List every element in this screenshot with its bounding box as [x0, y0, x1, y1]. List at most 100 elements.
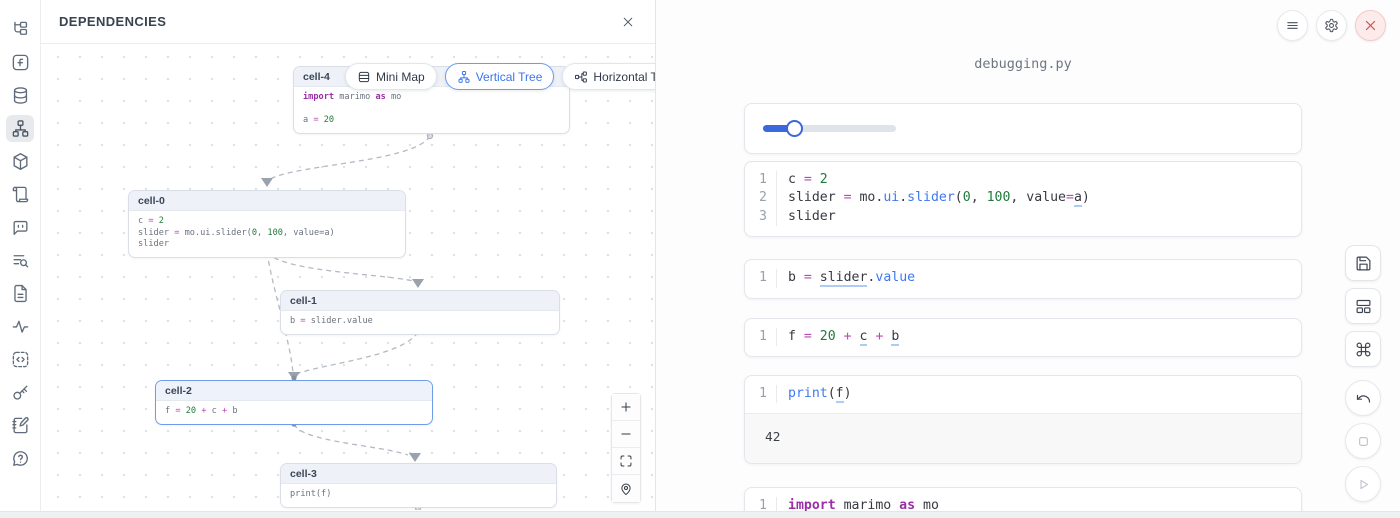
stop-icon — [1355, 433, 1372, 450]
close-icon[interactable] — [617, 11, 639, 33]
sidebar-item-key[interactable] — [6, 379, 34, 406]
output-cell-slider — [744, 103, 1302, 154]
code-cell[interactable]: 1c = 22slider = mo.ui.slider(0, 100, val… — [744, 161, 1302, 237]
close-icon — [1363, 18, 1378, 33]
node-title: cell-3 — [281, 464, 556, 484]
command-icon — [1355, 341, 1372, 358]
sidebar-item-notebook-pen[interactable] — [6, 412, 34, 439]
view-button-horizontal-tree[interactable]: Horizontal Tree — [562, 63, 655, 90]
pin-button[interactable] — [612, 475, 640, 502]
node-code: c = 2slider = mo.ui.slider(0, 100, value… — [129, 211, 405, 257]
sidebar-item-database[interactable] — [6, 82, 34, 109]
graph-node-cell-1[interactable]: cell-1b = slider.value — [280, 290, 560, 335]
sidebar-rail — [0, 0, 41, 518]
code-square-icon — [11, 350, 30, 369]
layout-icon — [1355, 298, 1372, 315]
slider-thumb[interactable] — [786, 120, 803, 137]
code-cell[interactable]: 1b = slider.value — [744, 259, 1302, 298]
cell-output: 42 — [745, 413, 1301, 463]
code-line[interactable]: f = 20 + c + b — [777, 328, 899, 346]
layout-button[interactable] — [1345, 288, 1381, 324]
notebook-top-buttons — [1277, 10, 1386, 41]
node-title: cell-0 — [129, 191, 405, 211]
marimo-app: DEPENDENCIES — [0, 0, 1400, 518]
sidebar-item-activity[interactable] — [6, 313, 34, 340]
code-cell[interactable]: 1f = 20 + c + b — [744, 318, 1302, 357]
sidebar-item-code-square[interactable] — [6, 346, 34, 373]
command-palette-button[interactable] — [1345, 331, 1381, 367]
play-icon — [1355, 476, 1372, 493]
line-number: 2 — [745, 189, 777, 207]
node-code: import marimo as mo a = 20 — [294, 87, 569, 133]
line-number: 1 — [745, 385, 777, 403]
run-button[interactable] — [1345, 466, 1381, 502]
slider-widget[interactable] — [763, 125, 896, 132]
undo-button[interactable] — [1345, 380, 1381, 416]
activity-icon — [11, 317, 30, 336]
gear-icon — [1324, 18, 1339, 33]
code-line[interactable]: slider = mo.ui.slider(0, 100, value=a) — [777, 189, 1090, 207]
sidebar-item-function-square[interactable] — [6, 49, 34, 76]
scroll-icon — [11, 185, 30, 204]
minimap-icon — [357, 70, 371, 84]
horizontal-scrollbar[interactable] — [0, 511, 1400, 518]
dependencies-panel: DEPENDENCIES — [41, 0, 656, 518]
node-code: print(f) — [281, 484, 556, 507]
sidebar-item-chat-bot[interactable] — [6, 214, 34, 241]
sidebar-item-dependency-graph[interactable] — [6, 115, 34, 142]
function-square-icon — [11, 53, 30, 72]
notebook-settings-button[interactable] — [1316, 10, 1347, 41]
dependencies-header: DEPENDENCIES — [41, 0, 655, 44]
code-line[interactable]: slider — [777, 208, 836, 226]
view-button-label: Mini Map — [376, 70, 425, 84]
file-text-icon — [11, 284, 30, 303]
file-tree-icon — [11, 20, 30, 39]
node-title: cell-2 — [156, 381, 432, 401]
save-icon — [1355, 255, 1372, 272]
stop-button[interactable] — [1345, 423, 1381, 459]
help-bubble-icon — [11, 449, 30, 468]
view-button-label: Horizontal Tree — [593, 70, 655, 84]
sidebar-item-file-tree[interactable] — [6, 16, 34, 43]
sidebar-item-help-bubble[interactable] — [6, 445, 34, 472]
graph-node-cell-3[interactable]: cell-3print(f) — [280, 463, 557, 508]
shutdown-button[interactable] — [1355, 10, 1386, 41]
horizontal-tree-icon — [574, 70, 588, 84]
notebook-action-buttons — [1345, 245, 1381, 509]
node-code: f = 20 + c + b — [156, 401, 432, 424]
sidebar-item-scroll[interactable] — [6, 181, 34, 208]
sidebar-item-log-search[interactable] — [6, 247, 34, 274]
dependency-graph-icon — [11, 119, 30, 138]
graph-node-cell-2[interactable]: cell-2f = 20 + c + b — [155, 380, 433, 425]
sidebar-item-package[interactable] — [6, 148, 34, 175]
notebook-pen-icon — [11, 416, 30, 435]
undo-icon — [1355, 390, 1372, 407]
sidebar-item-file-text[interactable] — [6, 280, 34, 307]
line-number: 1 — [745, 269, 777, 287]
code-line[interactable]: c = 2 — [777, 171, 828, 189]
view-button-mini-map[interactable]: Mini Map — [345, 63, 437, 90]
menu-icon — [1285, 18, 1300, 33]
node-title: cell-1 — [281, 291, 559, 311]
notebook-cells: 1 c = 22slider = mo.ui.slider(0, 100, val… — [744, 103, 1302, 518]
key-icon — [11, 383, 30, 402]
dependencies-title: DEPENDENCIES — [59, 14, 166, 29]
graph-node-cell-0[interactable]: cell-0c = 2slider = mo.ui.slider(0, 100,… — [128, 190, 406, 258]
save-button[interactable] — [1345, 245, 1381, 281]
graph-zoom-controls — [611, 393, 641, 503]
view-button-label: Vertical Tree — [476, 70, 543, 84]
code-line[interactable]: b = slider.value — [777, 269, 915, 287]
chat-bot-icon — [11, 218, 30, 237]
zoom-out-button[interactable] — [612, 421, 640, 448]
dependency-graph-canvas[interactable]: cell-4import marimo as mo a = 20cell-0c … — [41, 44, 655, 510]
zoom-in-button[interactable] — [612, 394, 640, 421]
view-button-vertical-tree[interactable]: Vertical Tree — [445, 63, 555, 90]
code-line[interactable]: print(f) — [777, 385, 852, 403]
notebook-menu-button[interactable] — [1277, 10, 1308, 41]
fit-view-button[interactable] — [612, 448, 640, 475]
node-code: b = slider.value — [281, 311, 559, 334]
code-cell[interactable]: 1print(f) 42 — [744, 375, 1302, 464]
line-number: 3 — [745, 208, 777, 226]
notebook-area: debugging.py 1c = 22slider = mo.ui.slide… — [656, 0, 1400, 518]
log-search-icon — [11, 251, 30, 270]
